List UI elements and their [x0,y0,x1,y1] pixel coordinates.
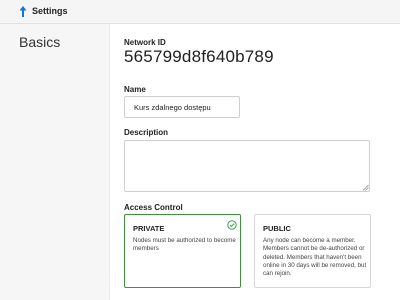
access-option-description: Any node can become a member. Members ca… [263,237,367,278]
network-id-label: Network ID [124,38,166,47]
access-option-public[interactable]: PUBLIC Any node can become a member. Mem… [254,214,371,288]
header-bar: Settings [0,0,400,24]
header-title[interactable]: Settings [32,6,68,16]
name-label: Name [124,85,146,94]
network-id-value: 565799d8f640b789 [124,47,274,66]
access-option-private[interactable]: PRIVATE Nodes must be authorized to beco… [124,214,241,288]
access-option-title: PUBLIC [263,224,291,233]
access-option-title: PRIVATE [133,224,165,233]
arrow-up-icon[interactable] [19,5,27,18]
sidebar-panel [0,24,110,300]
name-input[interactable] [124,96,240,118]
access-option-description: Nodes must be authorized to become membe… [133,237,236,253]
check-circle-icon [227,220,237,230]
description-textarea[interactable] [124,140,370,192]
access-control-label: Access Control [124,203,183,212]
description-label: Description [124,128,169,137]
section-title: Basics [19,34,61,50]
resize-grip-icon[interactable] [362,184,369,191]
